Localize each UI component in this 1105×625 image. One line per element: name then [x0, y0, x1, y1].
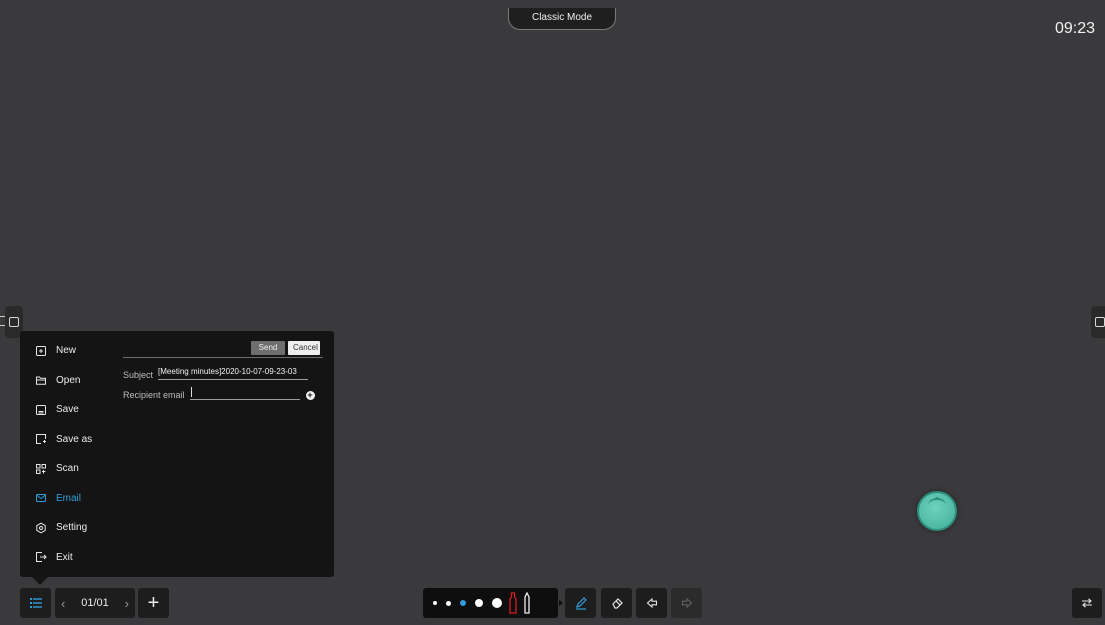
swap-arrows-icon — [1082, 598, 1092, 608]
switch-side-button[interactable] — [1072, 588, 1102, 618]
menu-item-save[interactable]: Save — [20, 395, 120, 425]
menu-item-scan[interactable]: Scan — [20, 454, 120, 484]
ball-pip — [935, 497, 939, 500]
email-icon — [35, 492, 47, 504]
floating-assistant-ball[interactable] — [917, 491, 957, 531]
email-form: Send Cancel Subject [Meeting minutes]202… — [123, 341, 323, 400]
pen-size-5[interactable] — [492, 598, 502, 608]
pen-options-pointer — [559, 600, 563, 606]
pen-size-2[interactable] — [446, 600, 451, 606]
red-marker-icon[interactable] — [509, 592, 517, 614]
menu-item-open[interactable]: Open — [20, 366, 120, 396]
menu-list: New Open Save Save as Scan Email Setting… — [20, 336, 120, 572]
menu-item-label: Setting — [56, 522, 88, 534]
text-caret — [190, 387, 192, 397]
menu-item-exit[interactable]: Exit — [20, 543, 120, 573]
pen-size-3[interactable] — [460, 600, 466, 606]
pen-size-1[interactable] — [433, 601, 437, 605]
clock: 09:23 — [1054, 20, 1095, 37]
pen-size-4[interactable] — [475, 599, 483, 607]
right-side-handle[interactable] — [1091, 306, 1105, 338]
cancel-button[interactable]: Cancel — [288, 341, 320, 355]
ball-arc-icon — [928, 498, 946, 512]
menu-toggle-button[interactable] — [20, 588, 51, 618]
list-menu-icon — [29, 598, 42, 608]
eraser-icon — [611, 598, 623, 609]
menu-item-setting[interactable]: Setting — [20, 513, 120, 543]
panel-toggle-icon — [9, 317, 19, 327]
next-page-button[interactable]: › — [125, 596, 129, 611]
pen-tool-button[interactable] — [565, 588, 596, 618]
eraser-tool-button[interactable] — [601, 588, 632, 618]
subject-label: Subject — [123, 370, 154, 380]
exit-icon — [35, 551, 47, 563]
redo-button[interactable] — [671, 588, 702, 618]
menu-item-new[interactable]: New — [20, 336, 120, 366]
scan-icon — [35, 463, 47, 475]
page-indicator: 01/01 — [81, 597, 109, 609]
menu-item-email[interactable]: Email — [20, 484, 120, 514]
folder-open-icon — [35, 374, 47, 386]
recipient-email-input[interactable] — [189, 387, 300, 400]
pen-icon — [575, 597, 587, 610]
menu-item-save-as[interactable]: Save as — [20, 425, 120, 455]
recipient-label: Recipient email — [123, 390, 185, 400]
menu-item-label: Save as — [56, 433, 93, 445]
subject-input[interactable]: [Meeting minutes]2020-10-07-09-23-03 — [158, 367, 309, 380]
send-button[interactable]: Send — [251, 341, 285, 355]
redo-icon — [681, 597, 692, 609]
menu-item-label: New — [56, 345, 77, 357]
save-icon — [35, 404, 47, 416]
prev-page-button[interactable]: ‹ — [61, 596, 65, 611]
recipient-row: Recipient email + — [123, 387, 323, 400]
undo-button[interactable] — [636, 588, 667, 618]
menu-item-label: Save — [56, 404, 79, 416]
menu-item-label: Scan — [56, 463, 79, 475]
menu-item-label: Exit — [56, 551, 73, 563]
plus-icon: + — [307, 390, 313, 400]
gear-icon — [35, 522, 47, 534]
menu-item-label: Open — [56, 374, 81, 386]
save-as-icon — [35, 433, 47, 445]
add-recipient-button[interactable]: + — [305, 390, 315, 400]
panel-toggle-icon — [1095, 317, 1105, 327]
page-navigator: ‹ 01/01 › — [55, 588, 135, 618]
new-file-icon — [35, 345, 47, 357]
menu-item-label: Email — [56, 492, 82, 504]
white-pen-icon[interactable] — [523, 592, 531, 614]
main-menu-panel: New Open Save Save as Scan Email Setting… — [20, 331, 334, 585]
subject-row: Subject [Meeting minutes]2020-10-07-09-2… — [123, 367, 323, 380]
pen-options-group — [423, 588, 558, 618]
add-page-button[interactable]: + — [138, 588, 169, 618]
mode-tab[interactable]: Classic Mode — [508, 8, 616, 30]
undo-icon — [646, 597, 657, 609]
email-form-header: Send Cancel — [123, 341, 323, 358]
